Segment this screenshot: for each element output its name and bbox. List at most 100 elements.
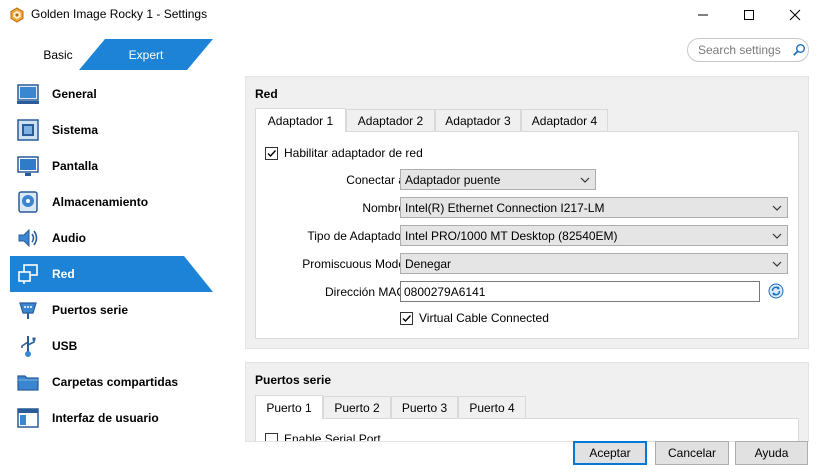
ok-button-label: Aceptar bbox=[589, 446, 631, 460]
adapter-type-select[interactable]: Intel PRO/1000 MT Desktop (82540EM) bbox=[400, 225, 788, 246]
network-section-title: Red bbox=[255, 87, 278, 101]
close-button[interactable] bbox=[772, 0, 818, 30]
enable-serial-port-checkbox[interactable] bbox=[265, 433, 278, 441]
tab-label: Puerto 2 bbox=[334, 400, 380, 415]
minimize-button[interactable] bbox=[680, 0, 726, 30]
enable-serial-port-label: Enable Serial Port bbox=[284, 432, 381, 442]
cable-connected-checkbox[interactable] bbox=[400, 312, 413, 325]
promiscuous-mode-select[interactable]: Denegar bbox=[400, 253, 788, 274]
sidebar-item-serial-ports[interactable]: Puertos serie bbox=[10, 292, 235, 328]
help-button-label: Ayuda bbox=[754, 446, 789, 460]
adapter-name-select[interactable]: Intel(R) Ethernet Connection I217-LM bbox=[400, 197, 788, 218]
storage-icon bbox=[18, 191, 38, 213]
cable-connected-label: Virtual Cable Connected bbox=[419, 311, 549, 325]
search-input[interactable] bbox=[698, 42, 788, 58]
general-icon bbox=[17, 84, 39, 104]
sidebar-item-label: Sistema bbox=[52, 123, 99, 137]
search-box[interactable] bbox=[687, 38, 809, 62]
user-interface-icon bbox=[17, 408, 39, 428]
sidebar-item-user-interface[interactable]: Interfaz de usuario bbox=[10, 400, 235, 436]
serial-port-panel: Enable Serial Port bbox=[255, 418, 799, 442]
tab-adapter-1[interactable]: Adaptador 1 bbox=[255, 108, 346, 132]
name-label: Nombre bbox=[362, 201, 405, 215]
adapter-type-value: Intel PRO/1000 MT Desktop (82540EM) bbox=[405, 229, 618, 243]
tab-label: Adaptador 1 bbox=[267, 113, 334, 128]
sidebar-item-label: Puertos serie bbox=[52, 303, 129, 317]
tab-port-4[interactable]: Puerto 4 bbox=[458, 396, 526, 418]
serial-port-tabs: Puerto 1 Puerto 2 Puerto 3 Puerto 4 bbox=[255, 395, 799, 419]
chevron-down-icon bbox=[580, 177, 590, 183]
tab-label: Adaptador 3 bbox=[445, 113, 511, 128]
maximize-button[interactable] bbox=[726, 0, 772, 30]
sidebar-item-shared-folders[interactable]: Carpetas compartidas bbox=[10, 364, 235, 400]
attached-to-label: Conectar a bbox=[346, 173, 405, 187]
close-icon bbox=[789, 9, 801, 21]
virtualbox-app-icon bbox=[10, 7, 24, 23]
chevron-down-icon bbox=[772, 205, 782, 211]
tab-adapter-4[interactable]: Adaptador 4 bbox=[521, 109, 608, 131]
sidebar-item-system[interactable]: Sistema bbox=[10, 112, 235, 148]
chevron-down-icon bbox=[772, 233, 782, 239]
tab-label: Puerto 4 bbox=[469, 400, 515, 415]
tab-port-2[interactable]: Puerto 2 bbox=[323, 396, 391, 418]
sidebar-item-label: Audio bbox=[52, 231, 86, 245]
cancel-button-label: Cancelar bbox=[667, 446, 717, 460]
usb-icon bbox=[21, 336, 36, 357]
tab-port-1[interactable]: Puerto 1 bbox=[255, 395, 323, 419]
mode-basic-label: Basic bbox=[43, 47, 73, 62]
tab-label: Adaptador 2 bbox=[357, 113, 424, 128]
adapter-name-value: Intel(R) Ethernet Connection I217-LM bbox=[405, 201, 605, 215]
adapter-panel: Habilitar adaptador de red Conectar a Ad… bbox=[255, 131, 799, 339]
enable-adapter-label: Habilitar adaptador de red bbox=[284, 146, 423, 160]
sidebar-item-general[interactable]: General bbox=[10, 76, 235, 112]
sidebar-item-network[interactable]: Red bbox=[10, 256, 235, 292]
minimize-icon bbox=[698, 14, 708, 16]
maximize-icon bbox=[744, 10, 754, 20]
tab-adapter-2[interactable]: Adaptador 2 bbox=[346, 109, 435, 131]
attached-to-select[interactable]: Adaptador puente bbox=[400, 169, 596, 190]
mac-address-value: 0800279A6141 bbox=[404, 285, 486, 299]
adapter-tabs: Adaptador 1 Adaptador 2 Adaptador 3 Adap… bbox=[255, 108, 799, 132]
serial-ports-section: Puertos serie Puerto 1 Puerto 2 Puerto 3… bbox=[245, 362, 809, 442]
title-bar: Golden Image Rocky 1 - Settings bbox=[0, 0, 818, 30]
sidebar-item-label: Almacenamiento bbox=[52, 195, 149, 209]
ok-button[interactable]: Aceptar bbox=[573, 441, 647, 465]
mac-address-label: Dirección MAC bbox=[324, 285, 405, 299]
help-button[interactable]: Ayuda bbox=[735, 441, 808, 465]
tab-label: Adaptador 4 bbox=[531, 113, 598, 128]
serial-ports-icon bbox=[19, 302, 37, 319]
tab-adapter-3[interactable]: Adaptador 3 bbox=[435, 109, 521, 131]
checkmark-icon bbox=[402, 315, 412, 323]
checkmark-icon bbox=[267, 150, 277, 158]
sidebar-item-label: Red bbox=[52, 267, 75, 281]
sidebar-item-usb[interactable]: USB bbox=[10, 328, 235, 364]
sidebar-item-label: General bbox=[52, 87, 97, 101]
mac-address-input[interactable]: 0800279A6141 bbox=[400, 281, 760, 302]
attached-to-value: Adaptador puente bbox=[405, 173, 501, 187]
mode-expert-button[interactable]: Expert bbox=[110, 39, 182, 70]
generate-mac-refresh-icon[interactable] bbox=[768, 283, 784, 299]
shared-folders-icon bbox=[17, 375, 39, 391]
sidebar-item-label: USB bbox=[52, 339, 78, 353]
audio-icon bbox=[18, 228, 38, 248]
sidebar-item-label: Pantalla bbox=[52, 159, 99, 173]
network-section: Red Adaptador 1 Adaptador 2 Adaptador 3 … bbox=[245, 76, 809, 349]
adapter-type-label: Tipo de Adaptador bbox=[307, 229, 405, 243]
tab-port-3[interactable]: Puerto 3 bbox=[391, 396, 458, 418]
mode-expert-label: Expert bbox=[128, 47, 164, 62]
cancel-button[interactable]: Cancelar bbox=[655, 441, 729, 465]
sidebar-item-display[interactable]: Pantalla bbox=[10, 148, 235, 184]
tab-label: Puerto 1 bbox=[266, 400, 312, 415]
serial-section-title: Puertos serie bbox=[255, 373, 332, 387]
promiscuous-mode-label: Promiscuous Mode bbox=[302, 257, 405, 271]
search-icon[interactable] bbox=[792, 43, 806, 57]
sidebar-item-audio[interactable]: Audio bbox=[10, 220, 235, 256]
sidebar-item-label: Interfaz de usuario bbox=[52, 411, 159, 425]
enable-adapter-checkbox[interactable] bbox=[265, 147, 278, 160]
chevron-down-icon bbox=[772, 261, 782, 267]
window-title: Golden Image Rocky 1 - Settings bbox=[31, 7, 208, 21]
sidebar-item-storage[interactable]: Almacenamiento bbox=[10, 184, 235, 220]
display-icon bbox=[17, 156, 39, 176]
sidebar-item-label: Carpetas compartidas bbox=[52, 375, 179, 389]
network-icon bbox=[18, 264, 38, 284]
